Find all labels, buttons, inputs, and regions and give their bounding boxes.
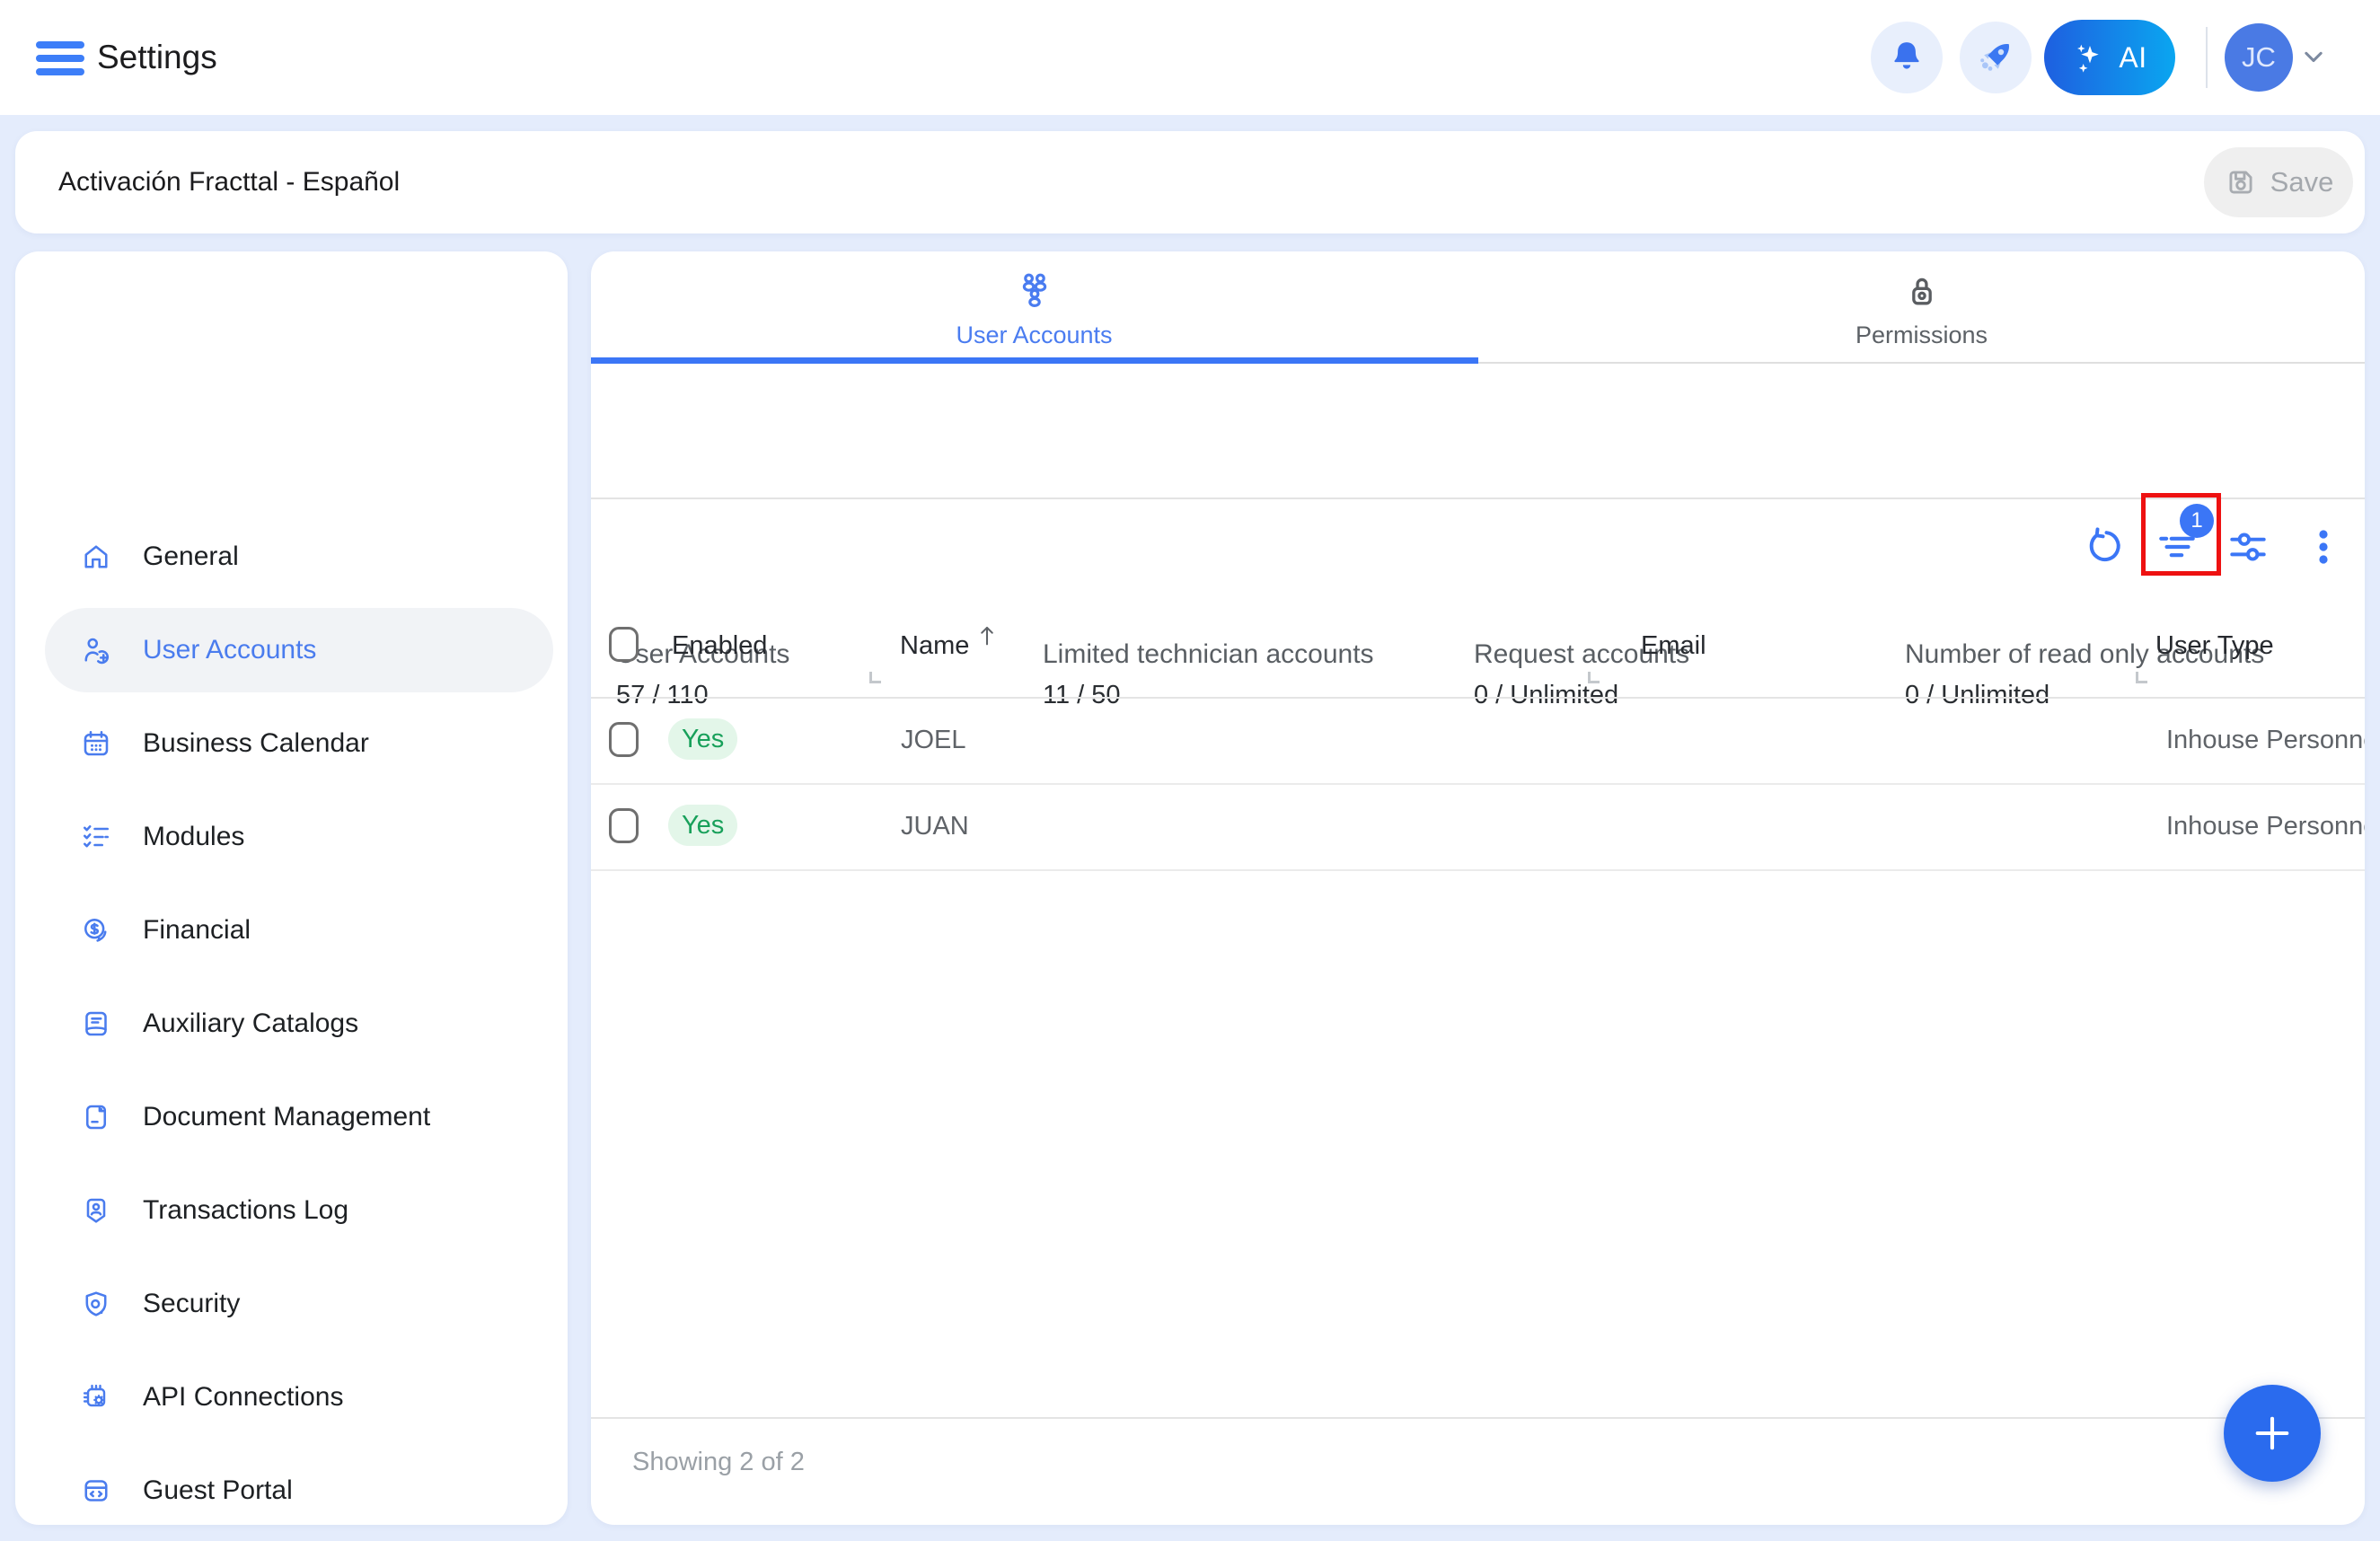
topbar-divider xyxy=(2206,27,2208,88)
tab-label: Permissions xyxy=(1478,321,2365,349)
header-divider xyxy=(591,697,2365,699)
document-icon xyxy=(80,1101,112,1133)
page-title: Settings xyxy=(97,0,217,115)
row-checkbox[interactable] xyxy=(609,808,639,843)
stat-value: 11 / 50 xyxy=(1043,681,1121,710)
refresh-icon[interactable] xyxy=(2082,524,2127,569)
select-all-checkbox[interactable] xyxy=(609,627,639,662)
sidebar-item-label: Security xyxy=(143,1289,240,1319)
tab-permissions[interactable]: Permissions xyxy=(1478,251,2365,364)
checklist-icon xyxy=(80,821,112,853)
column-resize-handle[interactable] xyxy=(1588,672,1600,683)
sidebar-item-auxiliary-catalogs[interactable]: Auxiliary Catalogs xyxy=(45,982,553,1066)
toolbar-divider xyxy=(591,498,2365,499)
sidebar-item-api-connections[interactable]: API Connections xyxy=(45,1355,553,1440)
plus-icon xyxy=(2249,1410,2296,1457)
row-divider xyxy=(591,869,2365,871)
home-icon xyxy=(80,541,112,573)
save-button[interactable]: Save xyxy=(2204,147,2353,217)
add-user-button[interactable] xyxy=(2224,1385,2321,1482)
row-divider xyxy=(591,783,2365,785)
sidebar-item-label: Transactions Log xyxy=(143,1195,348,1226)
chip-gear-icon xyxy=(80,1381,112,1413)
catalog-book-icon xyxy=(80,1008,112,1040)
sidebar-item-user-accounts[interactable]: User Accounts xyxy=(45,608,553,692)
annotation-highlight-box xyxy=(2141,493,2221,576)
results-count: Showing 2 of 2 xyxy=(632,1448,805,1477)
ai-assistant-button[interactable]: AI xyxy=(2044,20,2175,95)
enabled-badge: Yes xyxy=(668,805,737,846)
sidebar-item-modules[interactable]: Modules xyxy=(45,795,553,879)
sidebar-item-guest-portal[interactable]: Guest Portal xyxy=(45,1449,553,1533)
top-bar: Settings xyxy=(0,0,2380,115)
column-header-email[interactable]: Email xyxy=(1641,631,1706,661)
footer-divider xyxy=(591,1417,2365,1419)
sidebar-item-label: Business Calendar xyxy=(143,728,369,759)
content-panel: User Accounts Permissions User Accounts … xyxy=(591,251,2365,1525)
sidebar-item-general[interactable]: General xyxy=(45,515,553,599)
more-options-icon[interactable] xyxy=(2302,525,2345,568)
avatar-initials: JC xyxy=(2242,41,2276,74)
ai-label: AI xyxy=(2119,41,2146,75)
active-tab-indicator xyxy=(591,357,1478,364)
cell-name: JUAN xyxy=(901,812,969,841)
sidebar-item-business-calendar[interactable]: Business Calendar xyxy=(45,701,553,786)
sidebar-item-label: Modules xyxy=(143,822,244,852)
sidebar-item-security[interactable]: Security xyxy=(45,1262,553,1346)
column-settings-icon[interactable] xyxy=(2226,524,2270,569)
app-root: Settings xyxy=(0,0,2380,1541)
notifications-button[interactable] xyxy=(1871,22,1943,93)
sidebar-item-label: General xyxy=(143,542,239,572)
sidebar-item-label: Guest Portal xyxy=(143,1475,293,1506)
person-badge-icon xyxy=(80,1194,112,1227)
save-button-label: Save xyxy=(2270,166,2334,198)
sidebar-item-label: Document Management xyxy=(143,1102,430,1132)
tab-label: User Accounts xyxy=(591,321,1477,349)
enabled-badge: Yes xyxy=(668,718,737,760)
cell-user-type: Inhouse Personnel xyxy=(2166,726,2365,755)
stat-label: Limited technician accounts xyxy=(1043,639,1374,670)
sidebar-item-label: Financial xyxy=(143,915,251,946)
hamburger-menu-icon[interactable] xyxy=(36,41,84,74)
sort-ascending-icon[interactable] xyxy=(974,621,1000,648)
sidebar-item-label: User Accounts xyxy=(143,635,316,665)
sparkles-icon xyxy=(2072,40,2108,75)
calendar-icon xyxy=(80,727,112,760)
lock-icon xyxy=(1902,269,1942,314)
sidebar-item-label: API Connections xyxy=(143,1382,343,1413)
avatar[interactable]: JC xyxy=(2225,23,2293,92)
person-add-icon xyxy=(80,634,112,666)
portal-code-icon xyxy=(80,1475,112,1507)
stat-value: 57 / 110 xyxy=(616,681,709,710)
dollar-coin-icon xyxy=(80,914,112,947)
column-header-name[interactable]: Name xyxy=(900,631,969,661)
settings-sidebar: General User Accounts xyxy=(15,251,568,1525)
column-resize-handle[interactable] xyxy=(2136,672,2147,683)
rocket-icon xyxy=(1974,36,2017,79)
row-checkbox[interactable] xyxy=(609,722,639,757)
filter-count-badge: 1 xyxy=(2180,504,2214,538)
column-resize-handle[interactable] xyxy=(869,672,881,683)
column-header-user-type[interactable]: User Type xyxy=(2155,631,2274,661)
sidebar-item-financial[interactable]: Financial xyxy=(45,888,553,973)
bell-icon xyxy=(1887,38,1926,77)
stat-value: 0 / Unlimited xyxy=(1905,681,2049,710)
column-header-enabled[interactable]: Enabled xyxy=(672,631,767,661)
sidebar-item-label: Auxiliary Catalogs xyxy=(143,1008,358,1039)
stat-value: 0 / Unlimited xyxy=(1474,681,1618,710)
cell-name: JOEL xyxy=(901,726,966,755)
subheader-bar: Activación Fracttal - Español Save xyxy=(15,131,2365,233)
whats-new-button[interactable] xyxy=(1960,22,2032,93)
shield-icon xyxy=(80,1288,112,1320)
sidebar-item-document-management[interactable]: Document Management xyxy=(45,1075,553,1159)
people-group-icon xyxy=(1013,269,1056,316)
chevron-down-icon[interactable] xyxy=(2301,47,2326,68)
save-icon xyxy=(2224,165,2258,199)
record-title: Activación Fracttal - Español xyxy=(58,131,400,233)
sidebar-item-transactions-log[interactable]: Transactions Log xyxy=(45,1168,553,1253)
cell-user-type: Inhouse Personnel xyxy=(2166,812,2365,841)
tab-user-accounts[interactable]: User Accounts xyxy=(591,251,1477,364)
